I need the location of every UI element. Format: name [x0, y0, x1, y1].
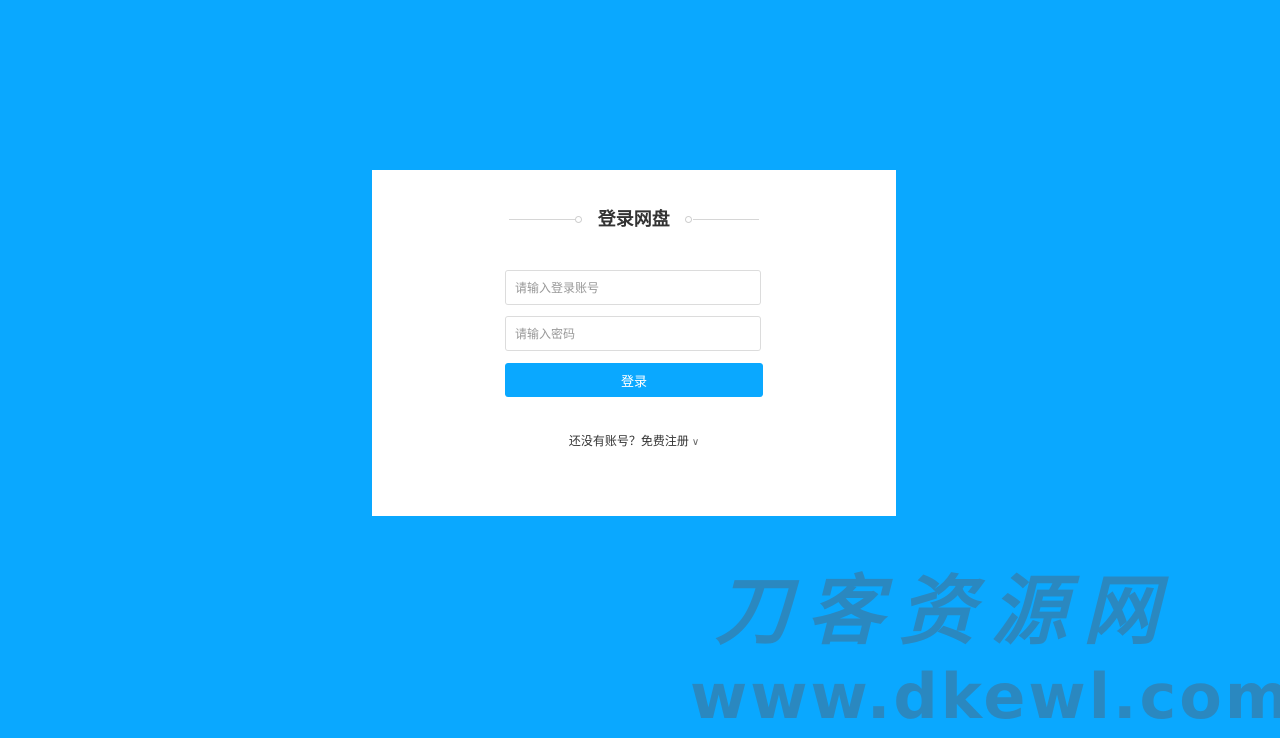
account-input[interactable]: [505, 270, 761, 305]
login-button[interactable]: 登录: [505, 363, 763, 397]
title-divider-right: [693, 219, 759, 220]
chevron-down-icon[interactable]: ∨: [692, 437, 699, 448]
login-card: 登录网盘 登录 还没有账号？免费注册∨: [372, 170, 896, 516]
watermark-name: 刀客资源网: [715, 566, 1175, 655]
register-prompt: 还没有账号？: [568, 434, 641, 448]
watermark-url: www.dkewl.com: [690, 660, 1280, 733]
watermark: 刀客资源网 www.dkewl.com: [690, 566, 1280, 733]
register-row: 还没有账号？免费注册 ∨: [372, 433, 896, 451]
title-dot-left-icon: [575, 216, 582, 223]
password-input[interactable]: [505, 316, 761, 351]
login-title: 登录网盘: [598, 209, 670, 230]
login-title-row: 登录网盘: [372, 206, 896, 234]
title-divider-left: [509, 219, 575, 220]
register-link[interactable]: 免费注册: [641, 434, 689, 448]
title-dot-right-icon: [685, 216, 692, 223]
